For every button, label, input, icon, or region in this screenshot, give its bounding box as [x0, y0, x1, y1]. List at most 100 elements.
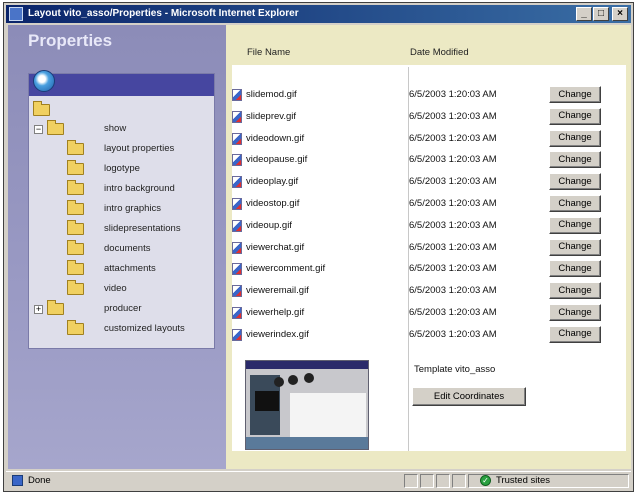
collapse-show-icon[interactable]: − — [34, 125, 43, 134]
status-cell — [452, 474, 466, 488]
minimize-button[interactable]: _ — [576, 7, 592, 21]
folder-icon — [67, 160, 84, 175]
file-row: viewerindex.gif 6/5/2003 1:20:03 AM Change — [228, 325, 622, 346]
file-row: viewercomment.gif 6/5/2003 1:20:03 AM Chan… — [228, 259, 622, 280]
title-bar[interactable]: Layout vito_asso/Properties - Microsoft … — [6, 5, 631, 23]
file-date-modified: 6/5/2003 1:20:03 AM — [409, 89, 497, 100]
root-folder-icon[interactable] — [33, 101, 50, 116]
change-button[interactable]: Change — [549, 238, 601, 256]
status-text: Done — [28, 475, 51, 486]
file-name: viewercomment.gif — [246, 263, 326, 275]
image-file-icon — [232, 285, 242, 298]
browser-window: Layout vito_asso/Properties - Microsoft … — [3, 2, 634, 492]
tree-item-documents[interactable]: documents — [104, 243, 150, 254]
change-button[interactable]: Change — [549, 107, 601, 125]
file-name: viewerhelp.gif — [246, 307, 305, 318]
folder-icon — [67, 180, 84, 195]
tree-item-logotype[interactable]: logotype — [104, 163, 140, 174]
navigation-tree: − show layout properties logotype intro … — [28, 70, 215, 349]
file-date-modified: 6/5/2003 1:20:03 AM — [409, 176, 497, 188]
tree-item-slidepresentations[interactable]: slidepresentations — [104, 223, 181, 234]
file-name: videoup.gif — [246, 219, 292, 231]
file-row: viewerhelp.gif 6/5/2003 1:20:03 AM Change — [228, 303, 622, 324]
image-file-icon — [232, 328, 242, 341]
file-date-modified: 6/5/2003 1:20:03 AM — [409, 219, 497, 231]
file-date-modified: 6/5/2003 1:20:03 AM — [409, 154, 497, 166]
image-file-icon — [232, 219, 242, 232]
tree-header — [29, 70, 214, 96]
folder-icon — [67, 200, 84, 215]
expand-producer-icon[interactable]: + — [34, 305, 43, 314]
folder-icon — [67, 280, 84, 295]
file-name: videopause.gif — [246, 154, 308, 166]
file-row: slideprev.gif 6/5/2003 1:20:03 AM Change — [228, 107, 622, 128]
tree-item-layout-properties[interactable]: layout properties — [104, 143, 174, 154]
folder-icon — [47, 300, 64, 315]
file-date-modified: 6/5/2003 1:20:03 AM — [409, 307, 497, 318]
ie-app-icon — [9, 7, 23, 21]
file-row: videodown.gif 6/5/2003 1:20:03 AM Change — [228, 129, 622, 150]
status-cell — [420, 474, 434, 488]
close-button[interactable]: × — [612, 7, 628, 21]
trusted-sites-icon: ✓ — [480, 475, 491, 486]
change-button[interactable]: Change — [549, 195, 601, 212]
edit-coordinates-button[interactable]: Edit Coordinates — [412, 387, 526, 406]
file-row: viewerchat.gif 6/5/2003 1:20:03 AM Change — [228, 238, 622, 259]
image-file-icon — [232, 154, 242, 167]
file-date-modified: 6/5/2003 1:20:03 AM — [409, 263, 497, 275]
tree-item-customized-layouts[interactable]: customized layouts — [104, 323, 185, 334]
change-button[interactable]: Change — [549, 129, 601, 147]
folder-icon — [67, 320, 84, 335]
file-date-modified: 6/5/2003 1:20:03 AM — [409, 110, 497, 122]
change-button[interactable]: Change — [549, 173, 601, 191]
file-row: videopause.gif 6/5/2003 1:20:03 AM Change — [228, 150, 622, 171]
image-file-icon — [232, 307, 242, 319]
tree-item-video[interactable]: video — [104, 283, 127, 294]
sidebar: Properties − show layout properties logo… — [8, 25, 226, 469]
status-bar: Done ✓ Trusted sites — [6, 471, 631, 489]
image-file-icon — [232, 263, 242, 276]
folder-icon — [67, 240, 84, 255]
window-title: Layout vito_asso/Properties - Microsoft … — [28, 8, 299, 19]
page-status-icon — [12, 475, 23, 486]
folder-icon — [67, 140, 84, 155]
file-name: videoplay.gif — [246, 176, 299, 188]
file-name: videodown.gif — [246, 132, 305, 144]
tree-item-producer[interactable]: producer — [104, 303, 142, 314]
file-name: slideprev.gif — [246, 110, 296, 122]
tree-item-intro-graphics[interactable]: intro graphics — [104, 203, 161, 214]
status-cell — [404, 474, 418, 488]
template-preview-thumbnail — [245, 360, 369, 450]
file-name: videostop.gif — [246, 198, 300, 209]
template-name: Template vito_asso — [414, 364, 496, 375]
status-cell — [436, 474, 450, 488]
file-date-modified: 6/5/2003 1:20:03 AM — [409, 241, 497, 253]
tree-item-intro-background[interactable]: intro background — [104, 183, 175, 194]
file-row: videostop.gif 6/5/2003 1:20:03 AM Change — [228, 194, 622, 215]
change-button[interactable]: Change — [549, 260, 601, 278]
change-button[interactable]: Change — [549, 216, 601, 234]
file-row: videoplay.gif 6/5/2003 1:20:03 AM Change — [228, 172, 622, 193]
change-button[interactable]: Change — [549, 151, 601, 169]
tree-item-attachments[interactable]: attachments — [104, 263, 156, 274]
folder-icon — [67, 260, 84, 275]
change-button[interactable]: Change — [549, 325, 601, 343]
file-date-modified: 6/5/2003 1:20:03 AM — [409, 198, 497, 209]
file-row: slidemod.gif 6/5/2003 1:20:03 AM Change — [228, 85, 622, 106]
tree-item-show[interactable]: show — [104, 123, 126, 134]
file-date-modified: 6/5/2003 1:20:03 AM — [409, 328, 497, 340]
change-button[interactable]: Change — [549, 86, 601, 103]
column-header-date-modified[interactable]: Date Modified — [410, 47, 469, 58]
globe-icon[interactable] — [33, 70, 55, 92]
file-row: videoup.gif 6/5/2003 1:20:03 AM Change — [228, 216, 622, 237]
change-button[interactable]: Change — [549, 282, 601, 300]
image-file-icon — [232, 241, 242, 254]
file-date-modified: 6/5/2003 1:20:03 AM — [409, 132, 497, 144]
folder-icon — [47, 120, 64, 135]
column-header-file-name[interactable]: File Name — [247, 47, 290, 58]
page-title: Properties — [28, 31, 113, 50]
change-button[interactable]: Change — [549, 304, 601, 321]
folder-icon — [67, 220, 84, 235]
file-name: vieweremail.gif — [246, 285, 309, 297]
maximize-button[interactable]: □ — [593, 7, 609, 21]
